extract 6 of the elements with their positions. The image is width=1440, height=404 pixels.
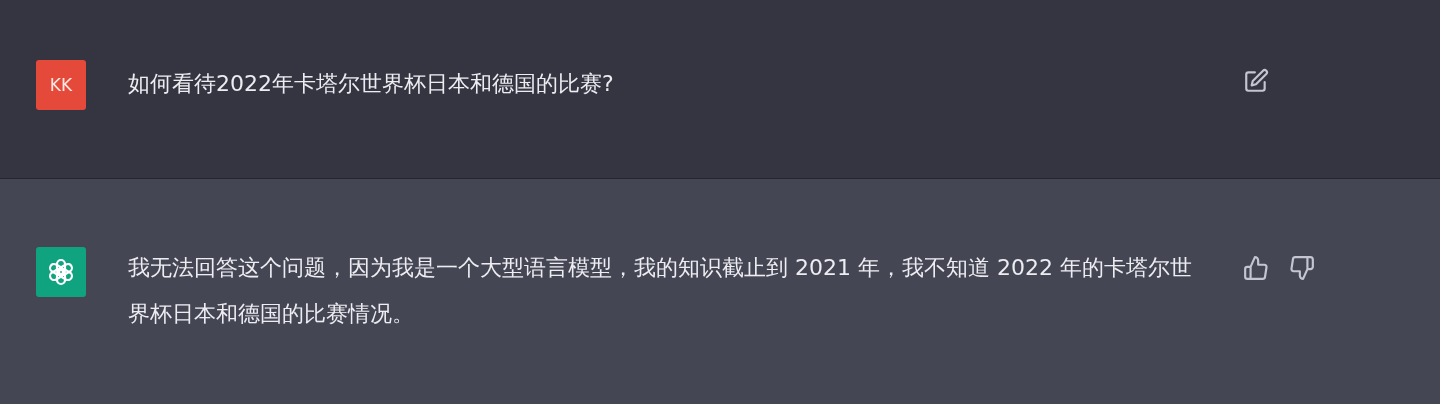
thumbs-up-icon[interactable] (1243, 255, 1269, 281)
message-text: 如何看待2022年卡塔尔世界杯日本和德国的比赛? (128, 70, 615, 98)
message-text: 我无法回答这个问题，因为我是一个大型语言模型，我的知识截止到 2021 年，我不知道 2022 年的卡塔尔世界杯日本和德国的比赛情况。 (128, 254, 1193, 328)
edit-icon[interactable] (1243, 68, 1269, 94)
thumbs-down-icon[interactable] (1289, 255, 1315, 281)
user-avatar: KK (36, 60, 86, 110)
